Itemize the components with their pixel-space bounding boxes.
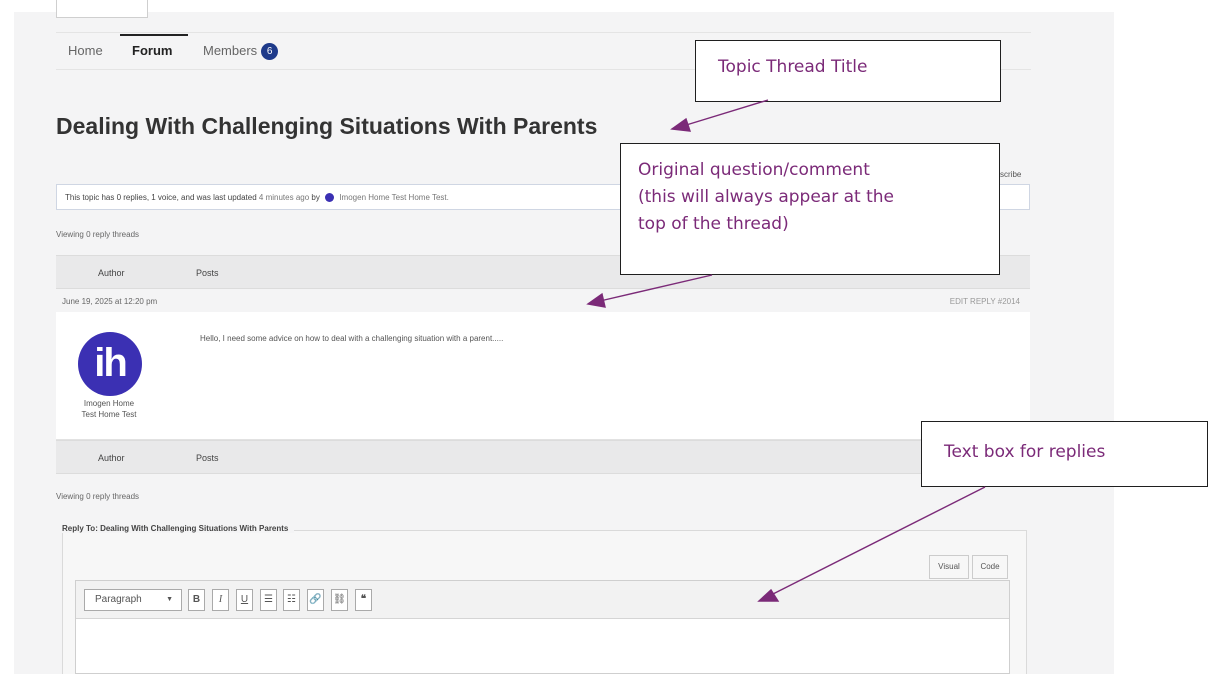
arrow-to-reply-box [757,486,986,602]
arrow-to-title [670,99,769,132]
annotation-arrows [586,99,986,602]
arrow-to-original-post [586,274,713,308]
